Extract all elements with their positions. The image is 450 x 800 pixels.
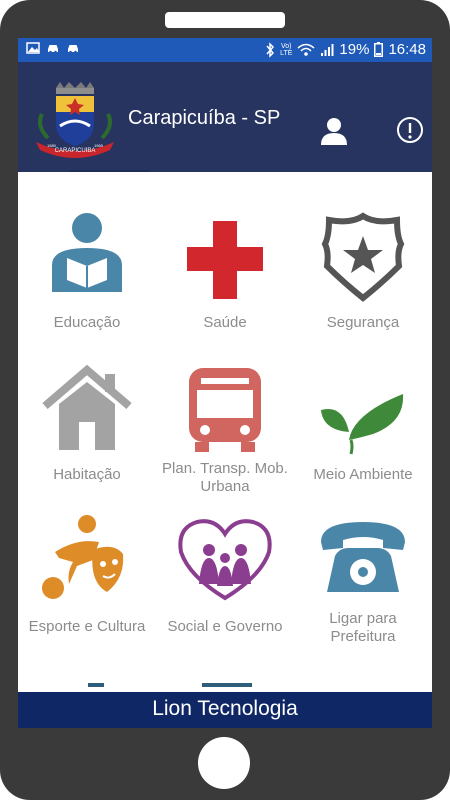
volte-indicator: Vo) LTE — [280, 43, 292, 57]
battery-percent: 19% — [339, 41, 370, 58]
services-grid: Educação Saúde Segurança Habitação Plan.… — [18, 172, 432, 692]
red-cross-icon — [187, 221, 263, 299]
info-icon[interactable] — [396, 116, 424, 144]
menu-item-ligar-prefeitura[interactable]: Ligar para Prefeitura — [294, 472, 432, 645]
seal-ribbon-text: CARAPICUIBA — [55, 148, 96, 154]
menu-item-meio-ambiente[interactable]: Meio Ambiente — [294, 322, 432, 483]
volte-label-top: Vo) — [281, 42, 292, 50]
next-row-peek — [202, 683, 252, 687]
sport-culture-icon — [42, 515, 124, 599]
menu-item-label: Social e Governo — [167, 618, 283, 635]
police-badge-icon — [321, 212, 405, 302]
bluetooth-icon — [266, 41, 275, 58]
home-button[interactable] — [198, 737, 250, 789]
user-profile-icon[interactable] — [318, 116, 350, 146]
leaves-icon — [321, 394, 404, 455]
car-icon — [48, 45, 58, 54]
reading-person-icon — [52, 213, 122, 292]
seal-year-left: 1580 — [47, 143, 57, 148]
battery-icon — [374, 42, 384, 57]
menu-item-transporte[interactable]: Plan. Transp. Mob. Urbana — [156, 322, 294, 495]
status-left-icons — [26, 41, 80, 55]
menu-item-educacao[interactable]: Educação — [18, 172, 156, 331]
family-heart-icon — [178, 519, 272, 601]
status-bar: Vo) LTE 19% 16:48 — [18, 38, 432, 62]
menu-item-label: Esporte e Cultura — [28, 618, 146, 635]
signal-icon — [321, 43, 334, 56]
app-screen: Vo) LTE 19% 16:48 CARAPICUIBA 1580 1965 … — [18, 38, 432, 728]
wifi-icon — [297, 43, 315, 56]
menu-item-label: Ligar para Prefeitura — [329, 610, 397, 645]
status-right-icons: Vo) LTE 19% 16:48 — [265, 41, 426, 58]
app-bar: CARAPICUIBA 1580 1965 Carapicuíba - SP — [18, 62, 432, 172]
menu-item-social-governo[interactable]: Social e Governo — [156, 472, 294, 635]
car-icon — [68, 45, 78, 54]
seal-year-right: 1965 — [94, 143, 104, 148]
menu-item-saude[interactable]: Saúde — [156, 172, 294, 331]
phone-frame: Vo) LTE 19% 16:48 CARAPICUIBA 1580 1965 … — [0, 0, 450, 800]
menu-item-habitacao[interactable]: Habitação — [18, 322, 156, 483]
clock-time: 16:48 — [388, 41, 426, 58]
city-coat-of-arms-logo: CARAPICUIBA 1580 1965 — [36, 82, 114, 158]
bus-icon — [189, 368, 261, 452]
house-icon — [42, 364, 132, 450]
volte-label-bottom: LTE — [280, 49, 293, 57]
telephone-icon — [321, 522, 405, 592]
next-row-peek — [88, 683, 104, 687]
menu-item-seguranca[interactable]: Segurança — [294, 172, 432, 331]
app-title: Carapicuíba - SP — [128, 107, 281, 129]
phone-speaker — [165, 12, 285, 28]
menu-item-esporte-cultura[interactable]: Esporte e Cultura — [18, 472, 156, 635]
image-icon — [26, 42, 40, 54]
footer-banner: Lion Tecnologia — [18, 692, 432, 728]
